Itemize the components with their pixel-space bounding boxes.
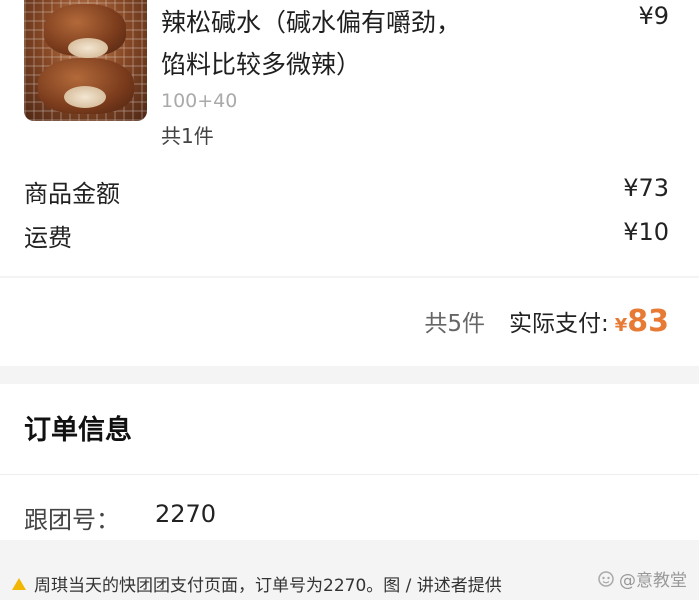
product-title[interactable]: 辣松碱水（碱水偏有嚼劲，馅料比较多微辣） — [161, 2, 481, 86]
subtotal-value: ¥73 — [623, 174, 669, 202]
order-info-divider — [0, 474, 699, 475]
payment-summary-card: 共5件 实际支付: ¥ 83 — [0, 278, 699, 366]
product-thumbnail[interactable] — [24, 0, 147, 121]
paid-label: 实际支付: — [508, 311, 609, 337]
thumbnail-filling-top — [68, 38, 108, 58]
paid-currency: ¥ — [614, 315, 628, 336]
product-quantity: 共1件 — [161, 124, 214, 148]
caption-text: 周琪当天的快团团支付页面，订单号为2270。图 / 讲述者提供 — [34, 576, 502, 596]
order-info-card: 订单信息 跟团号： 2270 — [0, 384, 699, 540]
shipping-label: 运费 — [24, 224, 72, 252]
paid-amount: 83 — [627, 304, 669, 339]
watermark-text: @意教堂 — [619, 571, 687, 591]
thumbnail-filling-bottom — [64, 86, 106, 108]
total-item-count: 共5件 — [424, 311, 485, 337]
product-spec: 100+40 — [161, 90, 238, 112]
warning-triangle-icon — [12, 577, 26, 590]
group-number-value: 2270 — [155, 500, 217, 528]
product-price: ¥9 — [638, 2, 669, 30]
subtotal-label: 商品金额 — [24, 180, 120, 208]
image-caption: 周琪当天的快团团支付页面，订单号为2270。图 / 讲述者提供 — [12, 571, 502, 596]
shipping-value: ¥10 — [623, 218, 669, 246]
watermark-logo-icon — [598, 570, 614, 587]
shipping-row: 运费 ¥10 — [24, 218, 669, 253]
payment-summary: 共5件 实际支付: ¥ 83 — [424, 304, 669, 339]
watermark: @意教堂 — [597, 566, 687, 591]
order-items-card: 辣松碱水（碱水偏有嚼劲，馅料比较多微辣） ¥9 100+40 共1件 商品金额 … — [0, 0, 699, 276]
group-number-label: 跟团号： — [24, 506, 120, 534]
order-info-title: 订单信息 — [24, 415, 132, 446]
subtotal-row: 商品金额 ¥73 — [24, 174, 669, 209]
